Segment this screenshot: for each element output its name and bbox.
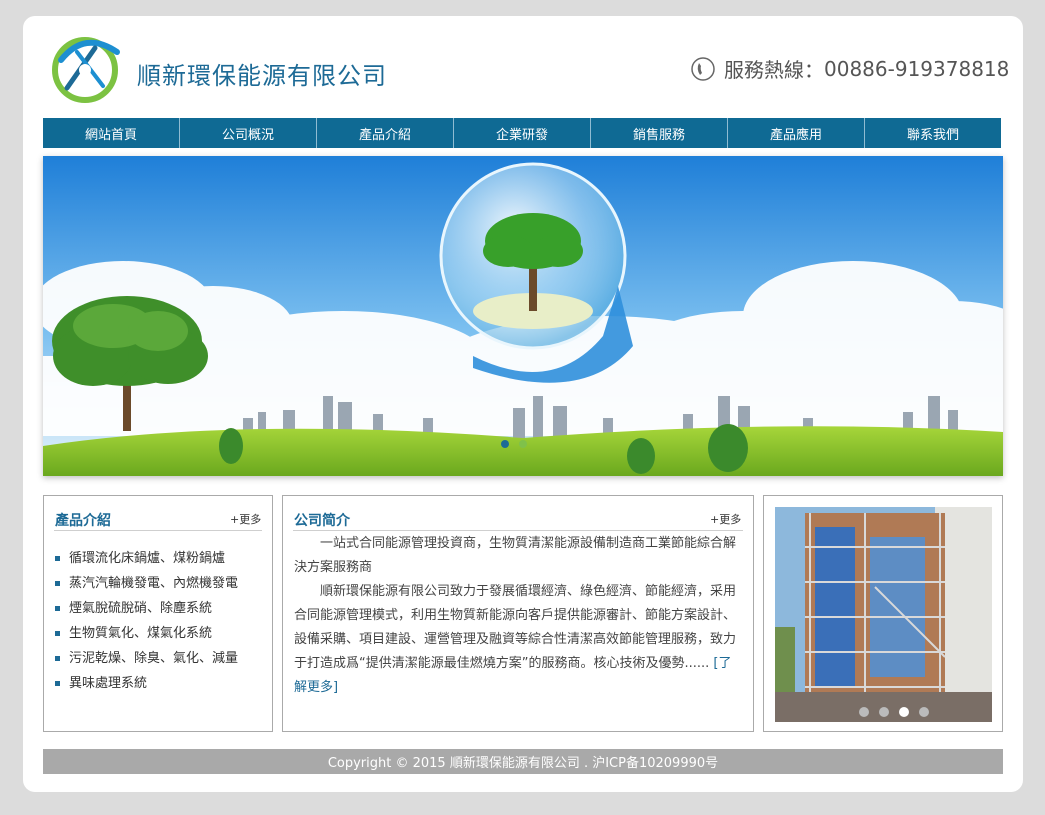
hotline: 服務熱線： 00886-919378818 — [690, 54, 1009, 83]
banner-dot-1[interactable] — [501, 440, 509, 448]
photo-dot-1[interactable] — [859, 707, 869, 717]
nav-item-contact[interactable]: 聯系我們 — [865, 118, 1001, 148]
bullet-icon — [55, 581, 60, 586]
products-title: 產品介紹 — [55, 513, 111, 529]
photo-dot-3[interactable] — [899, 707, 909, 717]
product-item[interactable]: 異味處理系統 — [55, 671, 238, 696]
bullet-icon — [55, 681, 60, 686]
product-item-label: 循環流化床鍋爐、煤粉鍋爐 — [69, 550, 226, 566]
hero-banner — [43, 156, 1003, 476]
product-list: 循環流化床鍋爐、煤粉鍋爐 蒸汽汽輪機發電、內燃機發電 煙氣脫硫脫硝、除塵系統 生… — [55, 546, 238, 696]
nav-item-research[interactable]: 企業研發 — [454, 118, 591, 148]
product-item-label: 異味處理系統 — [69, 675, 148, 691]
about-text: 一站式合同能源管理投資商，生物質清潔能源設備制造商工業節能綜合解決方案服務商 順… — [294, 532, 744, 700]
products-divider — [54, 530, 262, 531]
product-item-label: 煙氣脫硫脫硝、除塵系統 — [69, 600, 213, 616]
about-paragraph-2: 順新環保能源有限公司致力于發展循環經濟、綠色經濟、節能經濟，采用合同能源管理模式… — [294, 580, 744, 700]
product-item-label: 污泥乾燥、除臭、氣化、減量 — [69, 650, 239, 666]
nav-item-sales[interactable]: 銷售服務 — [591, 118, 728, 148]
about-paragraph-2-text: 順新環保能源有限公司致力于發展循環經濟、綠色經濟、節能經濟，采用合同能源管理模式… — [294, 584, 737, 671]
about-paragraph-1: 一站式合同能源管理投資商，生物質清潔能源設備制造商工業節能綜合解決方案服務商 — [294, 536, 737, 575]
boiler-photo — [775, 507, 992, 722]
banner-dot-2[interactable] — [519, 440, 527, 448]
about-title: 公司简介 — [294, 513, 350, 529]
company-name: 順新環保能源有限公司 — [137, 62, 387, 90]
photo-dot-4[interactable] — [919, 707, 929, 717]
bullet-icon — [55, 556, 60, 561]
products-panel: 產品介紹 +更多 循環流化床鍋爐、煤粉鍋爐 蒸汽汽輪機發電、內燃機發電 煙氣脫硫… — [43, 495, 273, 732]
company-logo[interactable] — [47, 30, 123, 106]
product-item[interactable]: 污泥乾燥、除臭、氣化、減量 — [55, 646, 238, 671]
products-more-link[interactable]: +更多 — [230, 511, 261, 527]
product-item-label: 蒸汽汽輪機發電、內燃機發電 — [69, 575, 239, 591]
phone-icon — [691, 56, 715, 81]
about-divider — [293, 530, 743, 531]
nav-item-products[interactable]: 產品介紹 — [317, 118, 454, 148]
main-nav: 網站首頁 公司概況 產品介紹 企業研發 銷售服務 產品應用 聯系我們 — [43, 118, 1001, 148]
about-more-link[interactable]: +更多 — [710, 511, 741, 527]
photo-panel — [763, 495, 1003, 732]
banner-image — [43, 156, 1003, 476]
product-item[interactable]: 生物質氣化、煤氣化系統 — [55, 621, 238, 646]
product-item-label: 生物質氣化、煤氣化系統 — [69, 625, 213, 641]
footer: Copyright © 2015 順新環保能源有限公司 . 沪ICP备10209… — [43, 749, 1003, 774]
product-item[interactable]: 煙氣脫硫脫硝、除塵系統 — [55, 596, 238, 621]
bullet-icon — [55, 606, 60, 611]
bullet-icon — [55, 631, 60, 636]
hotline-number: 00886-919378818 — [824, 56, 1010, 81]
nav-item-applications[interactable]: 產品應用 — [728, 118, 865, 148]
bullet-icon — [55, 656, 60, 661]
hotline-label: 服務熱線： — [724, 58, 824, 82]
product-item[interactable]: 蒸汽汽輪機發電、內燃機發電 — [55, 571, 238, 596]
about-panel: 公司简介 +更多 一站式合同能源管理投資商，生物質清潔能源設備制造商工業節能綜合… — [282, 495, 754, 732]
photo-dot-2[interactable] — [879, 707, 889, 717]
nav-item-about[interactable]: 公司概況 — [180, 118, 317, 148]
photo-slider-dots — [859, 707, 929, 717]
footer-copyright: Copyright © 2015 順新環保能源有限公司 . 沪ICP备10209… — [327, 756, 719, 771]
nav-item-home[interactable]: 網站首頁 — [43, 118, 180, 148]
boiler-photo-image — [775, 507, 992, 722]
product-item[interactable]: 循環流化床鍋爐、煤粉鍋爐 — [55, 546, 238, 571]
